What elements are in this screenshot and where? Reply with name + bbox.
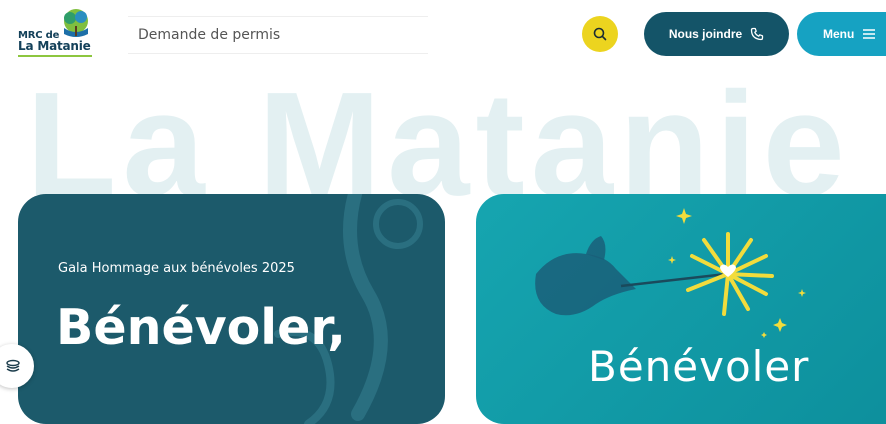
site-header: MRC de La Matanie Demande de permis Nous… <box>0 0 886 70</box>
contact-button[interactable]: Nous joindre <box>644 12 789 56</box>
hand-sparkle-illustration <box>535 208 806 338</box>
card-eyebrow: Gala Hommage aux bénévoles 2025 <box>58 261 295 276</box>
promo-card[interactable]: Bénévoler <box>476 194 886 424</box>
search-icon <box>593 27 607 41</box>
logo-line-2: La Matanie <box>18 39 91 53</box>
menu-button[interactable]: Menu <box>797 12 886 56</box>
menu-label: Menu <box>823 27 855 41</box>
hamburger-icon <box>863 29 876 39</box>
contact-label: Nous joindre <box>668 27 743 41</box>
logo-underline <box>18 55 92 57</box>
gala-card[interactable]: Gala Hommage aux bénévoles 2025 Bénévole… <box>18 194 445 424</box>
search-button[interactable] <box>582 16 618 52</box>
phone-icon <box>751 27 764 41</box>
hand-icon <box>535 236 636 316</box>
site-logo[interactable]: MRC de La Matanie <box>14 8 94 58</box>
stack-icon <box>6 359 20 372</box>
permit-request-link[interactable]: Demande de permis <box>128 16 428 54</box>
promo-heading: Bénévoler <box>588 342 810 391</box>
card-heading: Bénévoler, <box>56 299 346 356</box>
logo-text: MRC de La Matanie <box>18 30 91 52</box>
